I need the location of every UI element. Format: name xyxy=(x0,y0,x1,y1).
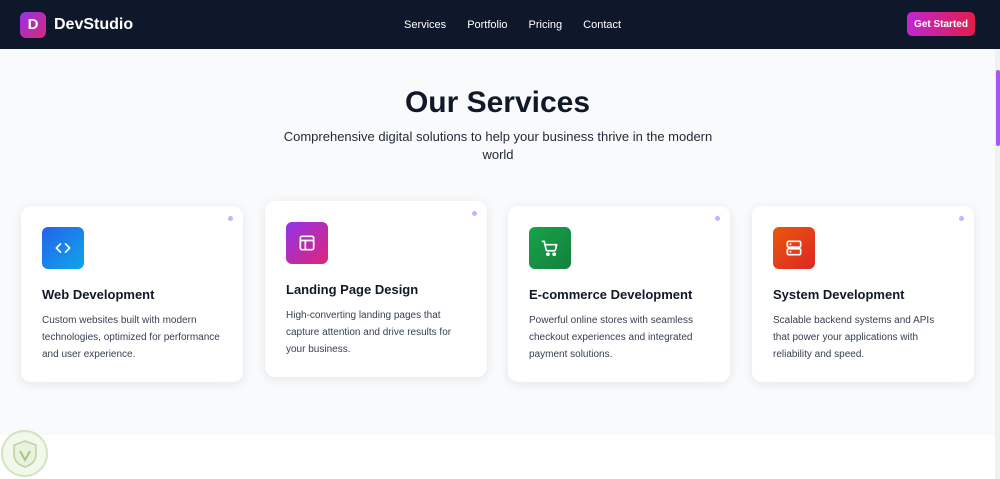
layout-icon xyxy=(286,222,328,264)
service-description: Scalable backend systems and APIs that p… xyxy=(773,315,935,360)
service-title: System Development xyxy=(773,287,905,302)
shopping-cart-icon xyxy=(529,227,571,269)
nav-link-pricing[interactable]: Pricing xyxy=(529,19,563,31)
service-card-landing-page-design[interactable]: Landing Page Design High-converting land… xyxy=(265,201,487,377)
nav-link-services[interactable]: Services xyxy=(404,19,446,31)
logo-icon: D xyxy=(20,11,46,38)
service-title: Landing Page Design xyxy=(286,282,419,297)
brand-name: DevStudio xyxy=(54,15,134,33)
decorative-dot xyxy=(472,211,477,216)
nav-link-portfolio[interactable]: Portfolio xyxy=(467,19,507,31)
nav-links: Services Portfolio Pricing Contact xyxy=(404,0,621,49)
decorative-dot xyxy=(715,216,720,221)
page-subtitle: Comprehensive digital solutions to help … xyxy=(283,129,713,162)
service-card-web-development[interactable]: Web Development Custom websites built wi… xyxy=(21,206,243,382)
get-started-button[interactable]: Get Started xyxy=(907,12,975,36)
service-card-system-development[interactable]: System Development Scalable backend syst… xyxy=(752,206,974,382)
navbar: D DevStudio Services Portfolio Pricing C… xyxy=(0,0,1000,49)
decorative-dot xyxy=(228,216,233,221)
service-description: High-converting landing pages that captu… xyxy=(286,310,452,355)
decorative-dot xyxy=(959,216,964,221)
service-card-e-commerce-development[interactable]: E-commerce Development Powerful online s… xyxy=(508,206,730,382)
page-title: Our Services xyxy=(404,86,591,119)
nav-link-contact[interactable]: Contact xyxy=(583,19,621,31)
watermark-shield-icon xyxy=(1,430,48,477)
service-description: Custom websites built with modern techno… xyxy=(42,315,220,360)
server-icon xyxy=(773,227,815,269)
brand[interactable]: D DevStudio xyxy=(20,11,134,38)
code-icon xyxy=(42,227,84,269)
scrollbar-thumb[interactable] xyxy=(996,70,1000,146)
service-title: E-commerce Development xyxy=(529,287,693,302)
service-title: Web Development xyxy=(42,287,155,302)
service-description: Powerful online stores with seamless che… xyxy=(529,315,693,360)
